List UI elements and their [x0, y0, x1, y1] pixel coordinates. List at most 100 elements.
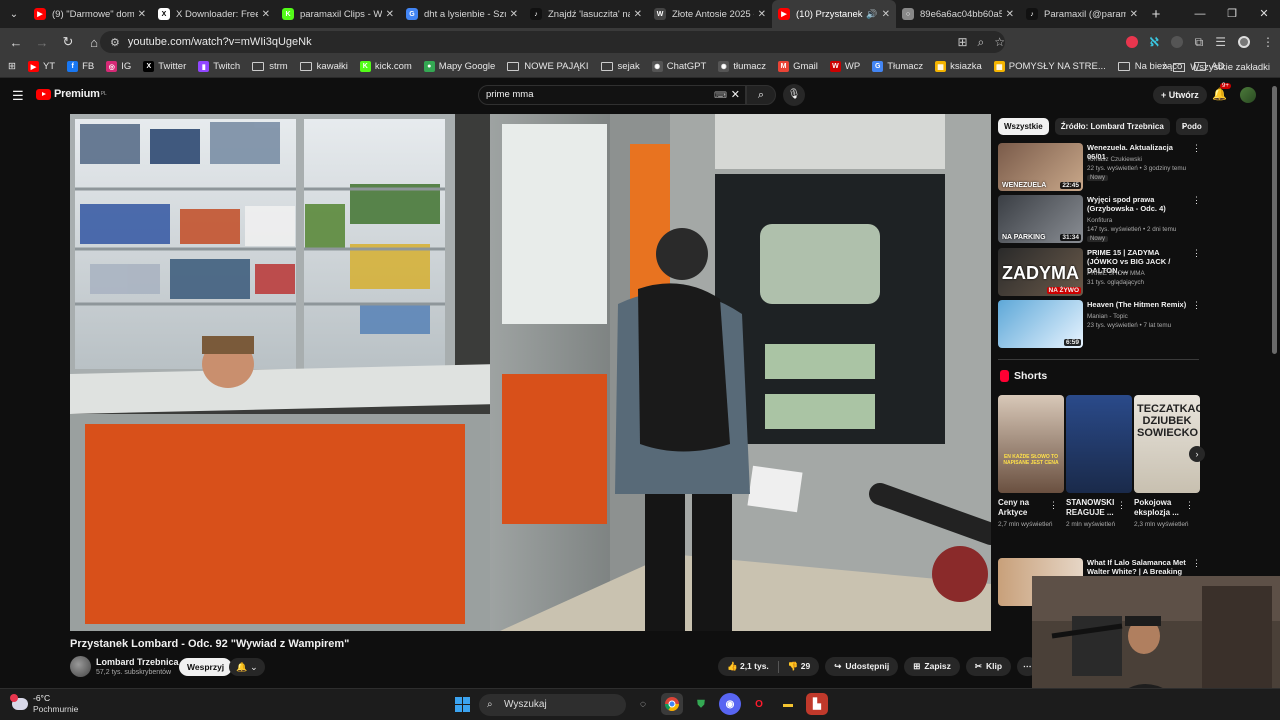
filter-chip[interactable]: Podo	[1175, 118, 1208, 135]
bookmark-star-icon[interactable]: ☆	[994, 35, 1005, 49]
tab-close-icon[interactable]: ✕	[1130, 9, 1138, 20]
channel-avatar[interactable]	[70, 656, 91, 677]
bookmark-item[interactable]: ▦ POMYSŁY NA STRE...	[993, 61, 1106, 72]
browser-tab[interactable]: X X Downloader: Free T ✕	[152, 0, 276, 28]
bookmark-item[interactable]: ● Mapy Google	[423, 61, 495, 72]
recommendation-channel[interactable]: Konfitura	[1087, 217, 1112, 224]
translate-extension-icon[interactable]: ℵ	[1150, 35, 1159, 49]
new-tab-button[interactable]: +	[1144, 6, 1168, 23]
filter-chip[interactable]: Wszystkie	[998, 118, 1049, 135]
save-button[interactable]: ⊞ Zapisz	[904, 657, 960, 676]
file-explorer-icon[interactable]: ▬	[777, 693, 799, 715]
browser-tab[interactable]: ▶ (10) Przystanek Lo🔊 ✕	[772, 0, 896, 28]
tab-close-icon[interactable]: ✕	[758, 9, 766, 20]
tab-search-icon[interactable]: ⌄	[0, 0, 28, 28]
short-item[interactable]: EN KAŻDE SŁOWO TO NAPISANE JEST CENA Ceny…	[998, 395, 1064, 529]
more-options-icon[interactable]: ⋮	[1192, 558, 1201, 569]
short-item[interactable]: STANOWSKI REAGUJE ... 2 mln wyświetleń ⋮	[1066, 395, 1132, 529]
restore-icon[interactable]: ❐	[1216, 0, 1248, 28]
create-button[interactable]: + Utwórz	[1153, 86, 1207, 104]
address-bar[interactable]: ⚙ youtube.com/watch?v=mWIi3qUgeNk	[100, 31, 1005, 53]
vpn-shield-icon[interactable]: ⛊	[690, 693, 712, 715]
youtube-logo[interactable]: Premium PL	[36, 88, 107, 100]
back-icon[interactable]: ←	[4, 35, 28, 50]
opera-icon[interactable]: O	[748, 693, 770, 715]
zoom-icon[interactable]: ⌕	[978, 35, 985, 50]
notifications-button[interactable]: 🔔 9+	[1212, 83, 1231, 101]
short-item[interactable]: TECZATKAC DZIUBEK SOWIECKO Pokojowa ekspl…	[1134, 395, 1200, 529]
forward-icon[interactable]: →	[30, 35, 54, 50]
voice-search-button[interactable]: 🎙	[783, 84, 805, 106]
more-options-icon[interactable]: ⋮	[1049, 500, 1058, 511]
bookmark-item[interactable]: NOWE PAJĄKI	[507, 61, 589, 72]
browser-tab[interactable]: Gdht a lysienbie - Szuk ✕	[400, 0, 524, 28]
close-window-icon[interactable]: ✕	[1248, 0, 1280, 28]
chips-next-icon[interactable]: ›	[1182, 118, 1185, 135]
bookmark-item[interactable]: f FB	[67, 61, 94, 72]
recommendation-item[interactable]: 6:59 Heaven (The Hitmen Remix) Manian - To…	[998, 300, 1203, 348]
bookmark-item[interactable]: kawałki	[299, 61, 348, 72]
recommendation-channel[interactable]: Tomasz Czukiewski	[1087, 156, 1142, 163]
clip-button[interactable]: ✂ Klip	[965, 657, 1012, 676]
more-options-icon[interactable]: ⋮	[1192, 248, 1201, 259]
apps-grid-icon[interactable]: ⊞	[8, 61, 16, 72]
tab-close-icon[interactable]: ✕	[386, 9, 394, 20]
browser-tab[interactable]: ▶ (9) "Darmowe" domy ✕	[28, 0, 152, 28]
bookmark-item[interactable]: sejak	[600, 61, 640, 72]
share-button[interactable]: ↪ Udostępnij	[825, 657, 899, 676]
tab-close-icon[interactable]: ✕	[262, 9, 270, 20]
bookmark-item[interactable]: G Tłumacz	[872, 61, 923, 72]
recommendation-item[interactable]: NA PARKING 31:34 Wyjęci spod prawa (Grzybo…	[998, 195, 1203, 243]
search-input[interactable]: prime mma ⌨ ✕	[478, 85, 746, 105]
account-avatar[interactable]	[1240, 87, 1256, 103]
weather-widget[interactable]: -6°C Pochmurnie	[10, 693, 78, 715]
tab-close-icon[interactable]: ✕	[510, 9, 518, 20]
chrome-icon[interactable]	[661, 693, 683, 715]
minimize-icon[interactable]: —	[1184, 0, 1216, 28]
tab-close-icon[interactable]: ✕	[1006, 9, 1014, 20]
filter-chip[interactable]: Źródło: Lombard Trzebnica	[1054, 118, 1170, 135]
browser-tab[interactable]: ○ 89e6a6ac04bb60a51 ✕	[896, 0, 1020, 28]
more-options-icon[interactable]: ⋮	[1185, 500, 1194, 511]
recommendation-channel[interactable]: PRIME SHOW MMA	[1087, 270, 1145, 277]
discord-icon[interactable]: ◉	[719, 693, 741, 715]
clear-search-icon[interactable]: ✕	[731, 86, 740, 104]
copilot-icon[interactable]: ◌	[632, 693, 654, 715]
bookmark-item[interactable]: M Gmail	[778, 61, 818, 72]
bookmark-item[interactable]: ▶ YT	[27, 61, 55, 72]
bookmarks-overflow-icon[interactable]: »	[1162, 56, 1168, 78]
channel-name[interactable]: Lombard Trzebnica	[96, 657, 179, 667]
support-button[interactable]: Wesprzyj	[179, 658, 233, 676]
tab-close-icon[interactable]: ✕	[138, 9, 146, 20]
extension-icon[interactable]	[1170, 36, 1183, 48]
start-button[interactable]	[455, 697, 470, 712]
dislike-button[interactable]: 👎 29	[788, 657, 810, 676]
bookmark-item[interactable]: ✺ tłumacz	[718, 61, 766, 72]
recommendation-item[interactable]: ZADYMA NA ŻYWO PRIME 15 | ZADYMA (JÓWKO vs…	[998, 248, 1203, 296]
bookmark-item[interactable]: ◎ IG	[106, 61, 131, 72]
bookmark-item[interactable]: ▦ ksiazka	[935, 61, 982, 72]
bookmark-item[interactable]: Kkick.com	[359, 61, 412, 72]
bookmark-item[interactable]: X Twitter	[143, 61, 186, 72]
install-app-icon[interactable]: ⊞	[957, 35, 967, 49]
more-options-icon[interactable]: ⋮	[1117, 500, 1126, 511]
recommendation-channel[interactable]: Manian - Topic	[1087, 313, 1128, 320]
all-bookmarks[interactable]: Wszystkie zakładki	[1173, 56, 1270, 78]
tab-close-icon[interactable]: ✕	[634, 9, 642, 20]
more-options-icon[interactable]: ⋮	[1192, 300, 1201, 311]
browser-tab[interactable]: ♪ Znajdź 'lasuczita' na ✕	[524, 0, 648, 28]
profile-avatar[interactable]	[1238, 36, 1250, 48]
reload-icon[interactable]: ↻	[56, 34, 80, 50]
shorts-next-button[interactable]: ›	[1189, 446, 1205, 462]
guide-menu-icon[interactable]: ☰	[12, 88, 24, 104]
more-options-icon[interactable]: ⋮	[1192, 195, 1201, 206]
search-button[interactable]: ⌕	[746, 85, 776, 105]
site-info-icon[interactable]: ⚙	[110, 36, 120, 49]
bookmark-item[interactable]: ✺ ChatGPT	[651, 61, 706, 72]
video-player[interactable]	[70, 114, 991, 631]
bookmark-item[interactable]: strm	[252, 61, 288, 72]
extensions-puzzle-icon[interactable]: ⧉	[1195, 35, 1204, 50]
reading-list-icon[interactable]: ☰	[1215, 35, 1226, 49]
page-scrollbar[interactable]	[1272, 86, 1277, 354]
browser-tab[interactable]: Kparamaxil Clips - Wat ✕	[276, 0, 400, 28]
